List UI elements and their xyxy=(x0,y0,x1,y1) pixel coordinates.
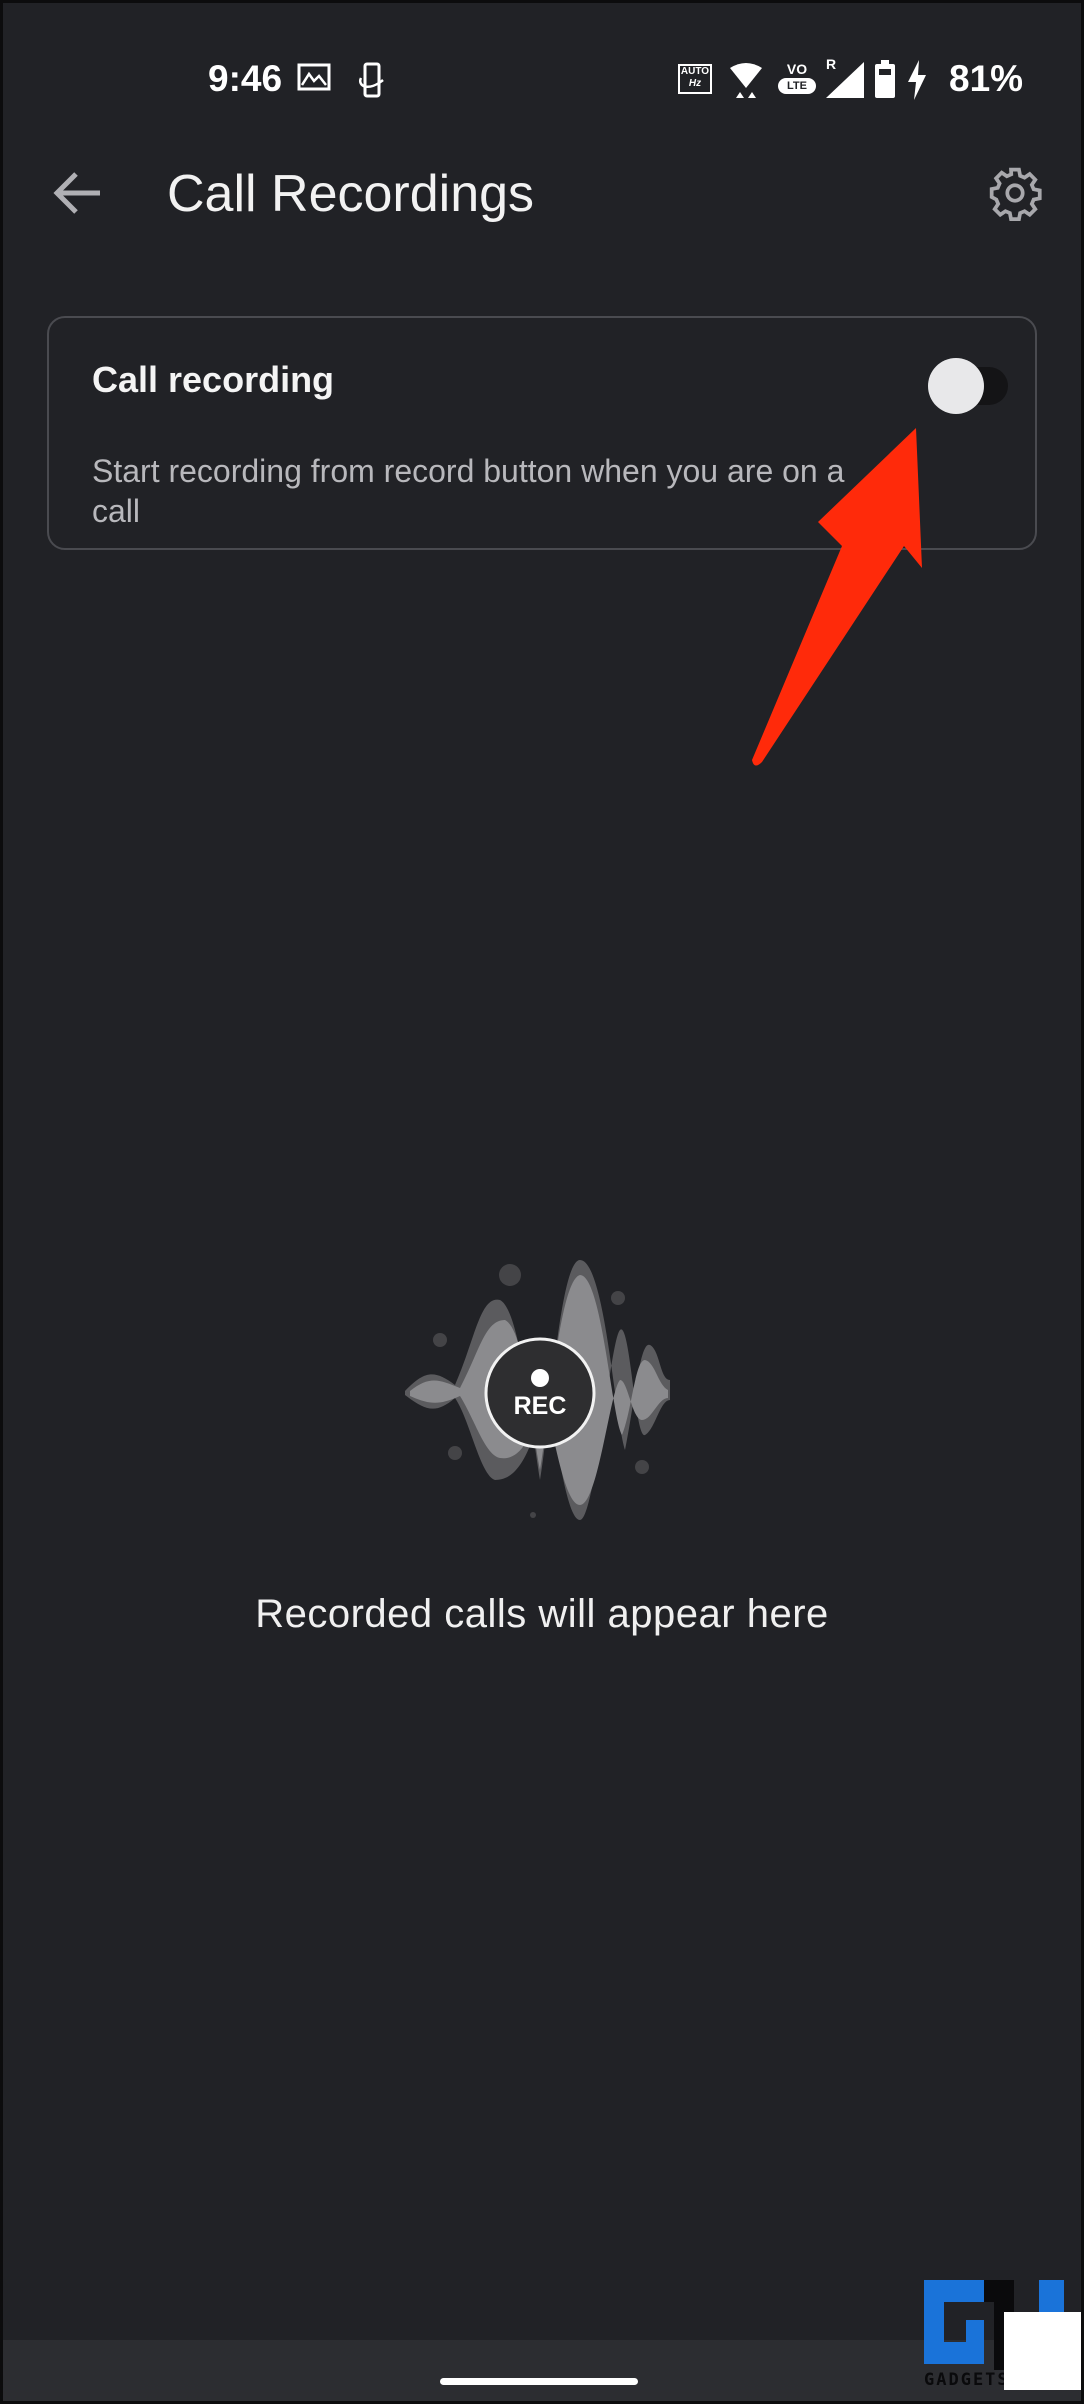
setting-title: Call recording xyxy=(92,359,335,400)
watermark-logo: GADGETS xyxy=(924,2280,1082,2404)
empty-state-message: Recorded calls will appear here xyxy=(255,1592,829,1636)
auto-label: AUTO xyxy=(680,66,710,77)
battery-percent: 81% xyxy=(949,58,1024,99)
lte-label: LTE xyxy=(778,78,816,94)
auto-hz-icon: AUTO Hz xyxy=(678,64,712,94)
home-gesture-handle[interactable] xyxy=(440,2378,638,2385)
signal-icon xyxy=(826,62,864,98)
recording-waveform-illustration xyxy=(405,1260,670,1520)
rec-badge-label: REC xyxy=(513,1392,567,1420)
charging-icon xyxy=(908,60,926,100)
page-title: Call Recordings xyxy=(167,165,535,223)
arrow-left-icon[interactable] xyxy=(52,170,104,216)
watermark-text: GADGETS xyxy=(924,2370,1010,2390)
status-time: 9:46 xyxy=(208,58,283,99)
watermark-white-box xyxy=(1004,2312,1082,2390)
record-dot-icon xyxy=(531,1369,549,1387)
volte-icon: VO LTE xyxy=(778,60,816,100)
annotation-arrow-icon xyxy=(752,428,922,766)
screen-rotate-icon xyxy=(359,62,384,98)
battery-icon xyxy=(875,60,895,98)
toggle-knob xyxy=(928,358,984,414)
gallery-icon xyxy=(297,63,331,91)
call-recording-toggle[interactable] xyxy=(902,358,1012,414)
navigation-bar xyxy=(0,2340,1084,2404)
wifi-icon xyxy=(730,63,762,98)
hz-label: Hz xyxy=(688,78,702,89)
gear-icon[interactable] xyxy=(987,165,1043,221)
vo-label: VO xyxy=(786,61,808,77)
